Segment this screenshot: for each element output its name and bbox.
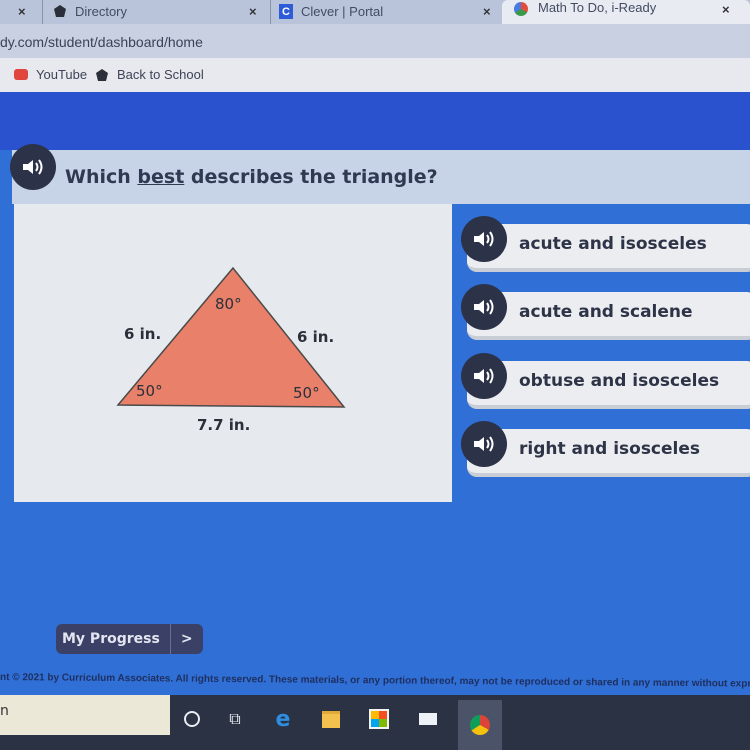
answer-audio-button[interactable] — [461, 353, 507, 399]
search-text: n — [0, 703, 9, 719]
triangle-figure-panel: 80° 6 in. 6 in. 50° 50° 7.7 in. — [14, 204, 452, 502]
triangle-diagram — [116, 266, 346, 408]
right-angle-label: 50° — [293, 384, 320, 402]
speaker-icon — [23, 159, 43, 175]
iready-icon — [514, 2, 528, 16]
question-prefix: Which — [65, 166, 138, 188]
bookmark-label: Back to School — [117, 67, 204, 82]
tab-directory[interactable]: Directory × — [42, 0, 271, 24]
answer-option[interactable]: right and isosceles — [461, 421, 750, 477]
directory-icon — [54, 5, 66, 17]
answer-audio-button[interactable] — [461, 216, 507, 262]
answer-option[interactable]: acute and isosceles — [461, 216, 750, 272]
close-tab-icon[interactable]: × — [18, 4, 26, 19]
question-emphasis: best — [137, 166, 185, 188]
close-tab-icon[interactable]: × — [722, 2, 730, 17]
tab-label: Math To Do, i-Ready — [538, 0, 657, 15]
edge-icon[interactable]: e — [272, 707, 294, 732]
question-audio-button[interactable] — [10, 144, 56, 190]
header-band — [0, 92, 750, 150]
file-explorer-icon[interactable] — [320, 708, 342, 730]
left-angle-label: 50° — [136, 382, 163, 400]
tab-clever[interactable]: C Clever | Portal × — [270, 0, 503, 24]
answer-label: acute and scalene — [519, 302, 693, 322]
taskbar-search[interactable]: n — [0, 695, 170, 735]
bookmark-back-to-school[interactable]: Back to School — [95, 67, 204, 82]
bookmarks-bar: YouTube Back to School — [0, 58, 750, 92]
bookmark-youtube[interactable]: YouTube — [14, 67, 87, 82]
top-angle-label: 80° — [215, 295, 242, 313]
answer-label: acute and isosceles — [519, 234, 707, 254]
task-view-icon[interactable]: ⧉ — [224, 708, 246, 730]
answer-audio-button[interactable] — [461, 284, 507, 330]
tab-label: Clever | Portal — [301, 4, 384, 19]
answer-option[interactable]: obtuse and isosceles — [461, 353, 750, 409]
school-icon — [96, 68, 108, 81]
mail-icon[interactable] — [417, 708, 439, 730]
clever-icon: C — [279, 4, 293, 19]
base-label: 7.7 in. — [197, 416, 251, 434]
close-tab-icon[interactable]: × — [249, 4, 257, 19]
copyright-text: nt © 2021 by Curriculum Associates. All … — [0, 672, 750, 690]
speaker-icon — [474, 299, 494, 315]
answer-label: obtuse and isosceles — [519, 371, 720, 391]
tab-label: Directory — [75, 4, 128, 19]
tab-iready[interactable]: Math To Do, i-Ready × — [502, 0, 750, 24]
question-suffix: describes the triangle? — [184, 166, 438, 188]
answer-audio-button[interactable] — [461, 421, 507, 467]
tab-bar: × Directory × C Clever | Portal × Math T… — [0, 0, 750, 24]
tab-partial[interactable]: × — [0, 0, 40, 24]
store-icon[interactable] — [368, 708, 390, 730]
url-text[interactable]: dy.com/student/dashboard/home — [0, 34, 203, 50]
left-side-label: 6 in. — [124, 325, 162, 343]
cortana-icon[interactable] — [181, 708, 203, 730]
speaker-icon — [474, 368, 494, 384]
right-side-label: 6 in. — [297, 328, 335, 346]
question-text: Which best describes the triangle? — [65, 166, 438, 188]
speaker-icon — [474, 436, 494, 452]
youtube-icon — [14, 69, 28, 80]
close-tab-icon[interactable]: × — [483, 4, 491, 19]
speaker-icon — [474, 231, 494, 247]
chevron-right-icon: > — [169, 624, 203, 654]
my-progress-button[interactable]: My Progress > — [56, 624, 203, 654]
address-bar[interactable]: dy.com/student/dashboard/home — [0, 24, 750, 58]
answer-option[interactable]: acute and scalene — [461, 284, 750, 340]
chrome-icon[interactable] — [458, 700, 502, 750]
my-progress-label: My Progress — [62, 631, 160, 647]
bookmark-label: YouTube — [36, 67, 88, 82]
answer-label: right and isosceles — [519, 439, 701, 459]
